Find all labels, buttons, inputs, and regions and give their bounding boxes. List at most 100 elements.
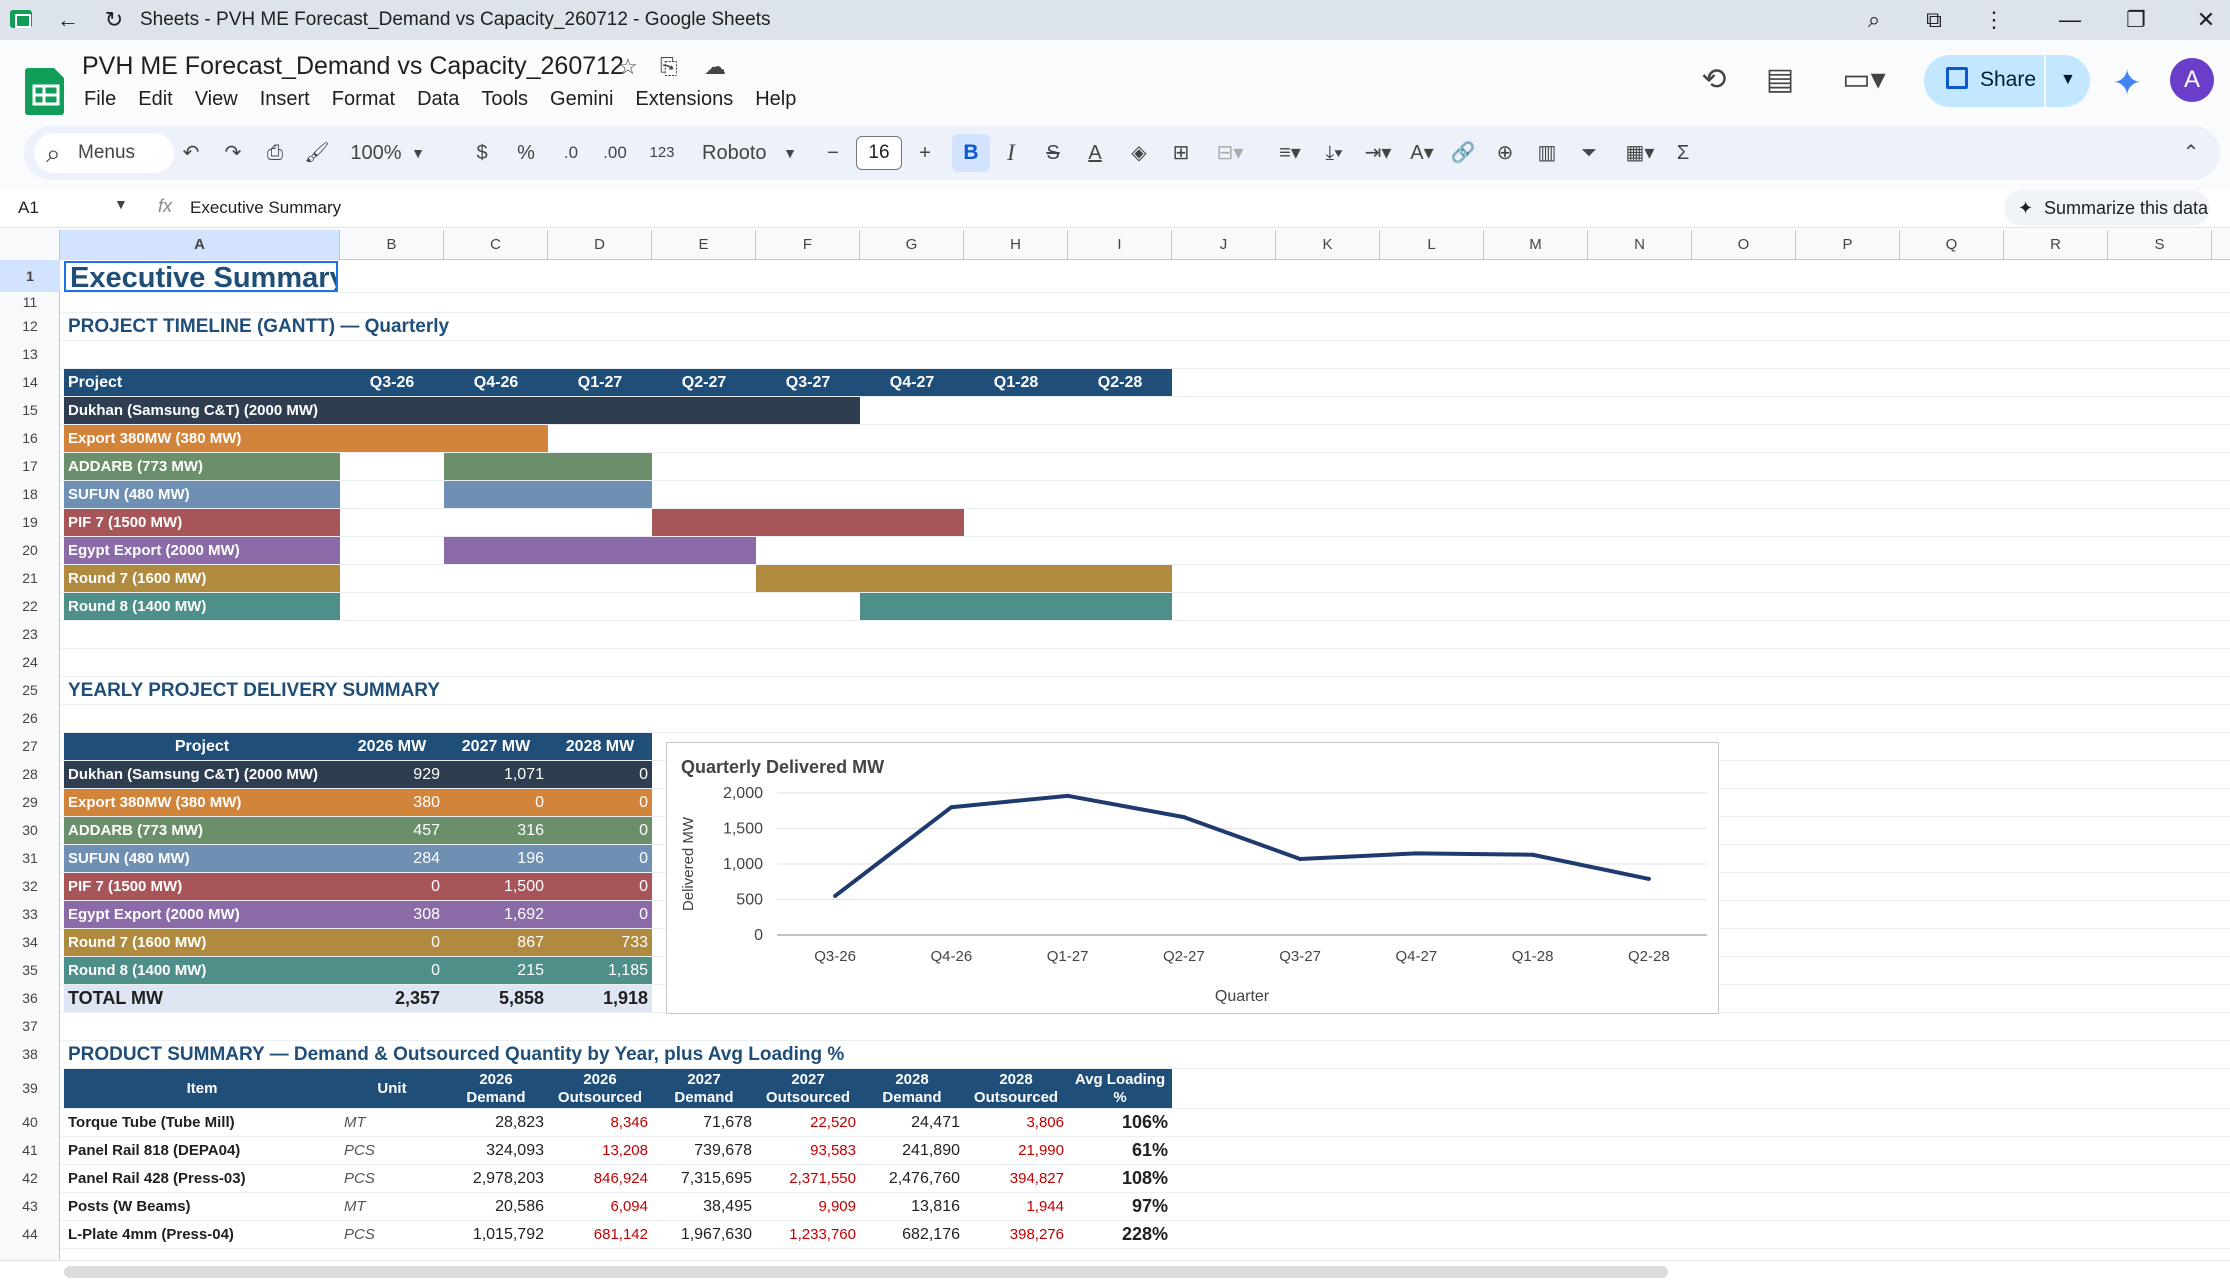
name-box[interactable]: A1 bbox=[18, 198, 39, 218]
strikethrough-icon[interactable]: S bbox=[1038, 138, 1068, 168]
align-icon[interactable]: ≡▾ bbox=[1268, 138, 1312, 168]
filter-icon[interactable]: ⏷ bbox=[1574, 138, 1604, 168]
column-header-o[interactable]: O bbox=[1692, 230, 1796, 260]
column-header-p[interactable]: P bbox=[1796, 230, 1900, 260]
row-header-38[interactable]: 38 bbox=[0, 1040, 60, 1068]
paint-format-icon[interactable]: 🖌 bbox=[302, 138, 332, 168]
move-folder-icon[interactable]: ⎘ bbox=[660, 54, 678, 80]
row-header-23[interactable]: 23 bbox=[0, 620, 60, 648]
column-header-n[interactable]: N bbox=[1588, 230, 1692, 260]
row-header-41[interactable]: 41 bbox=[0, 1136, 60, 1164]
bold-button[interactable]: B bbox=[952, 134, 990, 172]
undo-icon[interactable]: ↶ bbox=[176, 138, 206, 168]
italic-button[interactable]: I bbox=[996, 138, 1026, 168]
column-header-s[interactable]: S bbox=[2108, 230, 2212, 260]
row-header-37[interactable]: 37 bbox=[0, 1012, 60, 1040]
font-size-decrease-icon[interactable]: − bbox=[818, 138, 848, 168]
functions-icon[interactable]: Σ bbox=[1668, 138, 1698, 168]
text-wrap-icon[interactable]: ⇥▾ bbox=[1356, 138, 1400, 168]
menu-tools[interactable]: Tools bbox=[481, 88, 528, 111]
font-size-increase-icon[interactable]: + bbox=[910, 138, 940, 168]
column-header-i[interactable]: I bbox=[1068, 230, 1172, 260]
gemini-icon[interactable]: ✦ bbox=[2112, 62, 2142, 104]
row-header-30[interactable]: 30 bbox=[0, 816, 60, 844]
currency-button[interactable]: $ bbox=[470, 138, 494, 168]
row-header-34[interactable]: 34 bbox=[0, 928, 60, 956]
font-caret-icon[interactable]: ▼ bbox=[780, 138, 800, 168]
row-header-18[interactable]: 18 bbox=[0, 480, 60, 508]
row-header-12[interactable]: 12 bbox=[0, 312, 60, 340]
row-header-42[interactable]: 42 bbox=[0, 1164, 60, 1192]
text-color-icon[interactable]: A bbox=[1080, 138, 1110, 168]
row-header-39[interactable]: 39 bbox=[0, 1068, 60, 1108]
column-header-c[interactable]: C bbox=[444, 230, 548, 260]
row-header-21[interactable]: 21 bbox=[0, 564, 60, 592]
percent-button[interactable]: % bbox=[514, 138, 538, 168]
column-header-d[interactable]: D bbox=[548, 230, 652, 260]
row-header-11[interactable]: 11 bbox=[0, 292, 60, 312]
comment-icon[interactable]: ⊕ bbox=[1490, 138, 1520, 168]
row-header-32[interactable]: 32 bbox=[0, 872, 60, 900]
menu-format[interactable]: Format bbox=[332, 88, 395, 111]
merge-cells-icon[interactable]: ⊟▾ bbox=[1208, 138, 1252, 168]
row-header-26[interactable]: 26 bbox=[0, 704, 60, 732]
chart-icon[interactable]: ▥ bbox=[1532, 138, 1562, 168]
cloud-status-icon[interactable]: ☁ bbox=[704, 54, 726, 80]
row-header-14[interactable]: 14 bbox=[0, 368, 60, 396]
font-select[interactable]: Roboto bbox=[692, 138, 782, 168]
row-header-44[interactable]: 44 bbox=[0, 1220, 60, 1248]
text-rotate-icon[interactable]: A▾ bbox=[1400, 138, 1444, 168]
back-icon[interactable]: ← bbox=[54, 6, 82, 34]
print-icon[interactable]: ⎙ bbox=[260, 138, 290, 168]
row-header-31[interactable]: 31 bbox=[0, 844, 60, 872]
row-header-29[interactable]: 29 bbox=[0, 788, 60, 816]
column-header-b[interactable]: B bbox=[340, 230, 444, 260]
table-views-icon[interactable]: ▦▾ bbox=[1618, 138, 1662, 168]
column-header-e[interactable]: E bbox=[652, 230, 756, 260]
column-header-g[interactable]: G bbox=[860, 230, 964, 260]
share-dropdown-icon[interactable]: ▼ bbox=[2060, 71, 2076, 89]
minimize-icon[interactable]: — bbox=[2056, 6, 2084, 34]
menu-edit[interactable]: Edit bbox=[138, 88, 172, 111]
column-header-a[interactable]: A bbox=[60, 230, 340, 260]
column-header-m[interactable]: M bbox=[1484, 230, 1588, 260]
row-header-43[interactable]: 43 bbox=[0, 1192, 60, 1220]
zoom-icon[interactable]: ⌕ bbox=[1860, 6, 1888, 34]
share-button[interactable]: Share ▼ bbox=[1924, 55, 2090, 107]
menu-gemini[interactable]: Gemini bbox=[550, 88, 613, 111]
zoom-select[interactable]: 100% bbox=[348, 138, 404, 168]
row-header-17[interactable]: 17 bbox=[0, 452, 60, 480]
name-box-caret-icon[interactable]: ▼ bbox=[114, 196, 128, 212]
menu-search[interactable]: Menus bbox=[34, 133, 174, 173]
row-header-33[interactable]: 33 bbox=[0, 900, 60, 928]
row-header-22[interactable]: 22 bbox=[0, 592, 60, 620]
row-header-20[interactable]: 20 bbox=[0, 536, 60, 564]
link-icon[interactable]: 🔗 bbox=[1448, 138, 1478, 168]
quarterly-delivered-chart[interactable]: Quarterly Delivered MW 0 500 1,000 1,500 2,00… bbox=[666, 742, 1719, 1014]
row-header-15[interactable]: 15 bbox=[0, 396, 60, 424]
column-header-f[interactable]: F bbox=[756, 230, 860, 260]
close-icon[interactable]: ✕ bbox=[2192, 6, 2220, 34]
scrollbar-thumb[interactable] bbox=[64, 1266, 1668, 1278]
column-header-j[interactable]: J bbox=[1172, 230, 1276, 260]
column-header-k[interactable]: K bbox=[1276, 230, 1380, 260]
maximize-icon[interactable]: ❐ bbox=[2122, 6, 2150, 34]
row-header-35[interactable]: 35 bbox=[0, 956, 60, 984]
zoom-caret-icon[interactable]: ▼ bbox=[408, 138, 428, 168]
menu-insert[interactable]: Insert bbox=[260, 88, 310, 111]
meet-icon[interactable]: ▭▾ bbox=[1834, 62, 1894, 97]
row-header-27[interactable]: 27 bbox=[0, 732, 60, 760]
font-size-input[interactable]: 16 bbox=[856, 136, 902, 170]
summarize-button[interactable]: Summarize this data bbox=[2004, 190, 2210, 226]
extensions-icon[interactable]: ⧉ bbox=[1920, 6, 1948, 34]
column-header-l[interactable]: L bbox=[1380, 230, 1484, 260]
row-header-16[interactable]: 16 bbox=[0, 424, 60, 452]
redo-icon[interactable]: ↷ bbox=[218, 138, 248, 168]
row-header-13[interactable]: 13 bbox=[0, 340, 60, 368]
increase-decimal-button[interactable]: .00 bbox=[598, 138, 632, 168]
column-header-h[interactable]: H bbox=[964, 230, 1068, 260]
comments-icon[interactable]: ▤ bbox=[1760, 62, 1800, 97]
menu-data[interactable]: Data bbox=[417, 88, 459, 111]
horizontal-scrollbar[interactable] bbox=[0, 1260, 2230, 1285]
row-header-19[interactable]: 19 bbox=[0, 508, 60, 536]
